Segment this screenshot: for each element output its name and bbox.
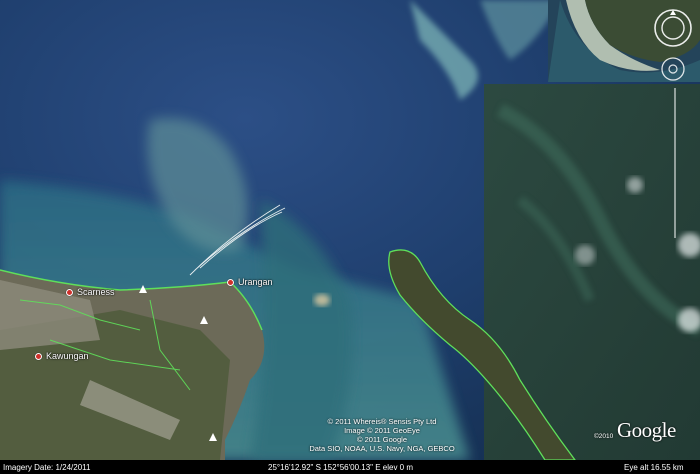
google-logo: Google: [617, 418, 676, 442]
place-label: Kawungan: [46, 351, 89, 361]
place-dot-icon: [66, 288, 73, 296]
attribution-line: Data SIO, NOAA, U.S. Navy, NGA, GEBCO: [309, 444, 455, 453]
satellite-imagery[interactable]: [0, 0, 700, 474]
attribution-line: © 2011 Google: [356, 435, 407, 444]
place-marker-scarness[interactable]: Scarness: [66, 287, 115, 297]
coordinates-readout: 25°16'12.92" S 152°56'00.13" E elev 0 m: [268, 462, 414, 472]
park-icon[interactable]: [200, 316, 208, 324]
place-dot-icon: [35, 352, 42, 360]
park-icon[interactable]: [139, 285, 147, 293]
place-marker-kawungan[interactable]: Kawungan: [35, 351, 89, 361]
eye-altitude: Eye alt 16.55 km: [624, 462, 684, 472]
imagery-date: Imagery Date: 1/24/2011: [3, 462, 91, 472]
status-bar: Imagery Date: 1/24/2011 25°16'12.92" S 1…: [0, 460, 700, 474]
place-label: Scarness: [77, 287, 115, 297]
place-marker-urangan[interactable]: Urangan: [227, 277, 273, 287]
navigation-compass-icon[interactable]: [653, 8, 693, 48]
map-attribution: © 2011 Whereis® Sensis Pty Ltd Image © 2…: [282, 417, 482, 453]
place-dot-icon: [227, 278, 234, 286]
look-joystick-icon[interactable]: [660, 56, 686, 82]
logo-copyright: ©2010: [594, 433, 614, 440]
park-icon[interactable]: [209, 433, 217, 441]
map-viewport[interactable]: Scarness Urangan Kawungan © 2011 Whereis…: [0, 0, 700, 474]
attribution-line: Image © 2011 GeoEye: [344, 426, 420, 435]
attribution-line: © 2011 Whereis® Sensis Pty Ltd: [327, 417, 437, 426]
place-label: Urangan: [238, 277, 273, 287]
zoom-slider-icon[interactable]: [673, 88, 677, 238]
